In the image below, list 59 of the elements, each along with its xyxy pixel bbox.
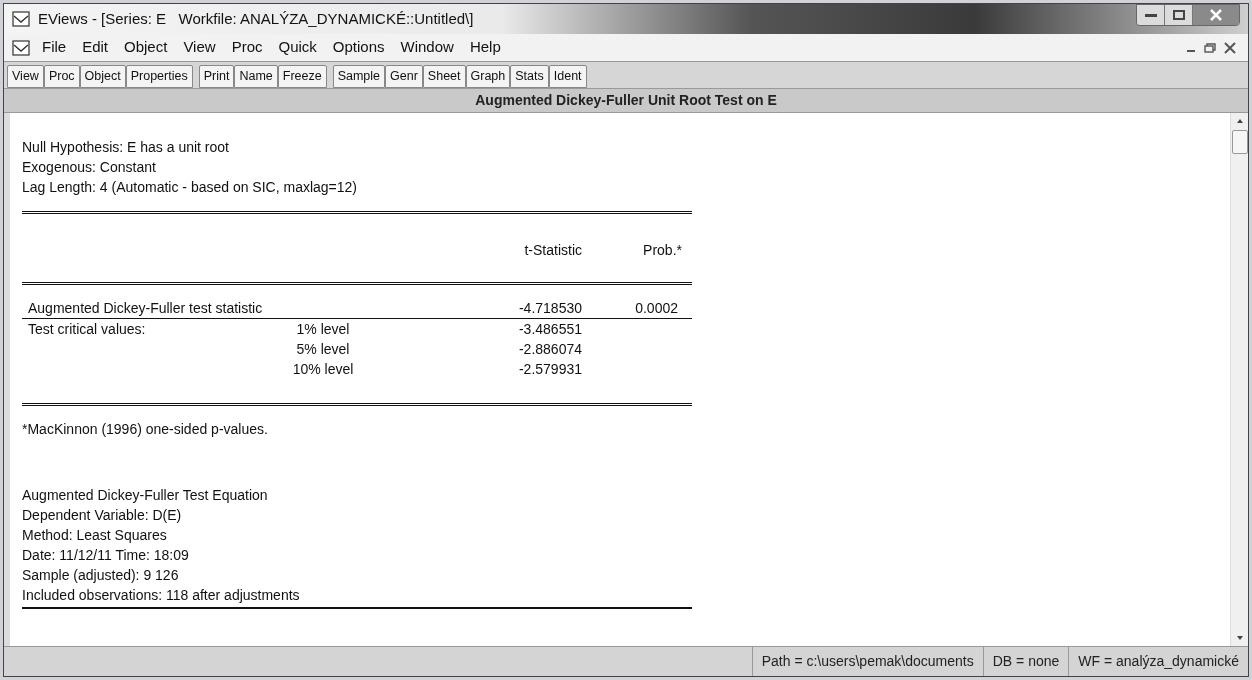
menu-item[interactable]: Help <box>461 36 509 59</box>
output-line: Null Hypothesis: E has a unit root <box>22 138 229 157</box>
status-text: WF = analýza_dynamické <box>1078 652 1239 671</box>
toolbar-button[interactable]: Proc <box>43 65 80 88</box>
menu-item[interactable]: Quick <box>270 36 325 59</box>
toolbar-button[interactable]: Sheet <box>422 65 466 88</box>
status-text: Path = c:\users\pemak\documents <box>761 652 974 671</box>
toolbar-button[interactable]: Graph <box>465 65 511 88</box>
output-line: Included observations: 118 after adjustments <box>22 586 300 605</box>
menu-item[interactable]: File <box>34 36 75 59</box>
restore-icon[interactable] <box>1204 42 1216 53</box>
status-text: DB = none <box>992 652 1060 671</box>
chart-icon <box>12 39 30 56</box>
scroll-thumb[interactable] <box>1231 130 1248 154</box>
output-line: Method: Least Squares <box>22 526 167 545</box>
table-cell: -2.886074 <box>518 341 582 357</box>
toolbar-button[interactable]: Genr <box>385 65 423 88</box>
column-header: Prob.* <box>642 240 682 260</box>
close-button[interactable] <box>1193 5 1239 25</box>
row-level: 10% level <box>291 360 355 379</box>
output-line: Exogenous: Constant <box>22 158 156 177</box>
menu-item[interactable]: Options <box>324 36 393 59</box>
table-cell: -4.718530 <box>518 300 582 316</box>
row-label: Augmented Dickey-Fuller test statistic <box>28 300 263 316</box>
column-header: t-Statistic <box>523 240 582 260</box>
row-level: 1% level <box>295 320 351 339</box>
output-line: Sample (adjusted): 9 126 <box>22 566 179 585</box>
close-icon <box>1209 9 1223 21</box>
toolbar-button[interactable]: Print <box>198 65 235 88</box>
output-line: Lag Length: 4 (Automatic - based on SIC, maxlag=12) <box>22 178 358 197</box>
toolbar-button[interactable]: View <box>7 65 44 88</box>
minimize-button[interactable] <box>1137 5 1165 25</box>
toolbar-button[interactable]: Properties <box>125 65 193 88</box>
vertical-scrollbar[interactable] <box>1230 113 1248 646</box>
maximize-button[interactable] <box>1165 5 1193 25</box>
menu-item[interactable]: Proc <box>223 36 271 59</box>
table-cell: 0.0002 <box>635 300 678 316</box>
menu-item[interactable]: Window <box>392 36 462 59</box>
table-cell: -2.579931 <box>518 361 582 377</box>
table-cell: -3.486551 <box>518 321 582 337</box>
output-line: Date: 11/12/11 Time: 18:09 <box>22 546 189 565</box>
output-line: Dependent Variable: D(E) <box>22 506 182 525</box>
output-title: Augmented Dickey-Fuller Unit Root Test on E <box>475 91 777 110</box>
toolbar-button[interactable]: Ident <box>548 65 587 88</box>
row-level: 5% level <box>295 340 351 359</box>
menu-item[interactable]: View <box>175 36 224 59</box>
output-line: Augmented Dickey-Fuller Test Equation <box>22 486 268 505</box>
menu-item[interactable]: Object <box>116 36 176 59</box>
toolbar-button[interactable]: Object <box>79 65 126 88</box>
toolbar-button[interactable]: Sample <box>332 65 386 88</box>
footnote: *MacKinnon (1996) one-sided p-values. <box>22 420 268 439</box>
chart-icon <box>12 11 30 27</box>
toolbar-button[interactable]: Stats <box>510 65 549 88</box>
toolbar-button[interactable]: Freeze <box>277 65 327 88</box>
close-icon[interactable] <box>1224 41 1236 54</box>
row-label: Test critical values: <box>28 321 146 337</box>
window-title: EViews - [Series: E Workfile: ANALÝZA_DYNAMICKÉ::Untitled\] <box>38 8 474 29</box>
toolbar-button[interactable]: Name <box>234 65 278 88</box>
menu-item[interactable]: Edit <box>74 36 117 59</box>
